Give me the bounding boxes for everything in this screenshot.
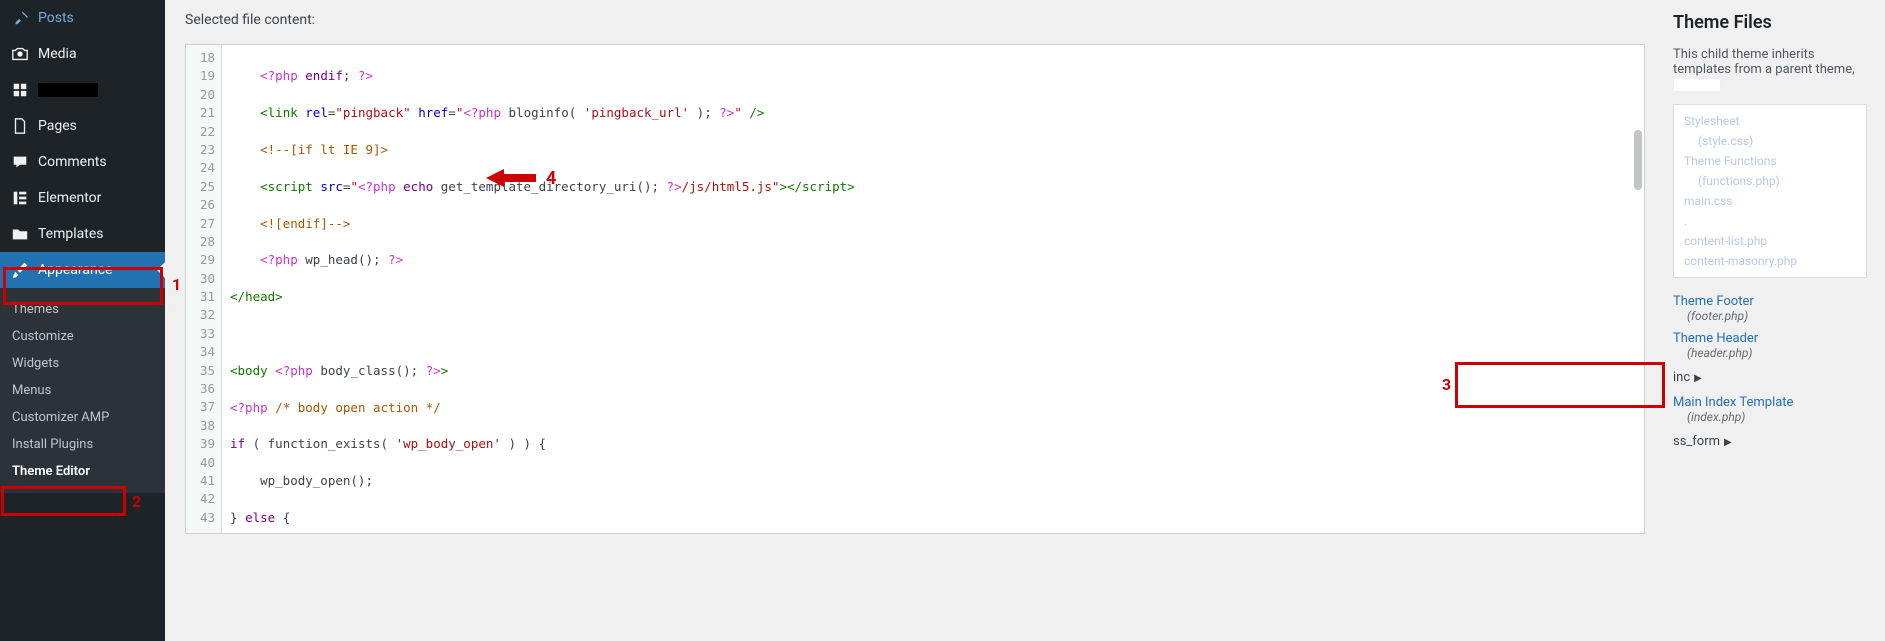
- sidebar-submenu: Themes Customize Widgets Menus Customize…: [0, 288, 165, 493]
- faded-file[interactable]: content-list.php: [1680, 231, 1860, 251]
- sidebar-sub-themes[interactable]: Themes: [0, 296, 165, 323]
- sidebar-item-label: Posts: [38, 10, 74, 26]
- file-folder-ssform[interactable]: ss_form▶: [1665, 428, 1875, 455]
- faded-file[interactable]: content-masonry.php: [1680, 251, 1860, 271]
- comment-icon: [10, 152, 30, 172]
- sidebar-item-label: Comments: [38, 154, 107, 170]
- faded-files-list: Stylesheet (style.css) Theme Functions (…: [1673, 104, 1867, 278]
- faded-file-name: (style.css): [1680, 131, 1860, 151]
- file-folder-inc[interactable]: inc▶: [1665, 364, 1875, 391]
- sidebar-item-label: Pages: [38, 118, 77, 134]
- sidebar-item-posts[interactable]: Posts: [0, 0, 165, 36]
- sidebar-item-media[interactable]: Media: [0, 36, 165, 72]
- sidebar-item-appearance[interactable]: Appearance: [0, 252, 165, 288]
- sidebar-sub-installplugins[interactable]: Install Plugins: [0, 431, 165, 458]
- line-gutter: 1819202122232425262728293031323334353637…: [186, 45, 222, 533]
- file-filename: (footer.php): [1673, 309, 1867, 323]
- faded-file[interactable]: Theme Functions: [1680, 151, 1860, 171]
- annotation-4-label: 4: [546, 168, 556, 189]
- scrollbar-thumb[interactable]: [1634, 130, 1642, 190]
- inherit-note: This child theme inherits templates from…: [1665, 47, 1875, 100]
- dashboard-icon: [10, 80, 30, 100]
- main-content: Selected file content: 18192021222324252…: [165, 0, 1665, 641]
- sidebar-sub-customize[interactable]: Customize: [0, 323, 165, 350]
- redacted-label: [38, 83, 98, 97]
- file-row-index[interactable]: Main Index Template (index.php): [1665, 391, 1875, 428]
- faded-file[interactable]: Stylesheet: [1680, 111, 1860, 131]
- file-row-footer[interactable]: Theme Footer (footer.php): [1665, 290, 1875, 327]
- sidebar-sub-menus[interactable]: Menus: [0, 377, 165, 404]
- faded-file-name: (functions.php): [1680, 171, 1860, 191]
- faded-dot: .: [1680, 211, 1860, 231]
- brush-icon: [10, 260, 30, 280]
- sidebar-item-templates[interactable]: Templates: [0, 216, 165, 252]
- sidebar-item-label: Appearance: [38, 262, 112, 278]
- theme-files-title: Theme Files: [1665, 12, 1875, 33]
- sidebar-item-label: Templates: [38, 226, 104, 242]
- sidebar-sub-customizeramp[interactable]: Customizer AMP: [0, 404, 165, 431]
- admin-sidebar: Posts Media Pages Comments Elementor Tem…: [0, 0, 165, 641]
- code-editor[interactable]: 1819202122232425262728293031323334353637…: [185, 44, 1645, 534]
- chevron-right-icon: ▶: [1694, 373, 1702, 384]
- folder-icon: [10, 224, 30, 244]
- sidebar-sub-themeeditor[interactable]: Theme Editor: [0, 458, 165, 485]
- file-link: Theme Footer: [1673, 294, 1867, 309]
- file-filename: (header.php): [1673, 346, 1867, 360]
- redacted-theme-name: [1673, 78, 1721, 92]
- code-content[interactable]: <?php endif; ?> <link rel="pingback" hre…: [222, 45, 1644, 533]
- file-link: Theme Header: [1673, 331, 1867, 346]
- chevron-right-icon: ▶: [1724, 437, 1732, 448]
- file-row-header[interactable]: Theme Header (header.php): [1665, 327, 1875, 364]
- sidebar-item-pages[interactable]: Pages: [0, 108, 165, 144]
- pages-icon: [10, 116, 30, 136]
- annotation-arrow-4: 4: [486, 167, 556, 189]
- selected-file-label: Selected file content:: [185, 12, 1645, 28]
- sidebar-item-comments[interactable]: Comments: [0, 144, 165, 180]
- file-link: Main Index Template: [1673, 395, 1867, 410]
- file-filename: (index.php): [1673, 410, 1867, 424]
- theme-files-panel: Theme Files This child theme inherits te…: [1665, 0, 1885, 641]
- pin-icon: [10, 8, 30, 28]
- faded-file[interactable]: main.css: [1680, 191, 1860, 211]
- sidebar-item-redacted[interactable]: [0, 72, 165, 108]
- sidebar-item-label: Elementor: [38, 190, 101, 206]
- camera-icon: [10, 44, 30, 64]
- elementor-icon: [10, 188, 30, 208]
- sidebar-item-label: Media: [38, 46, 77, 62]
- sidebar-item-elementor[interactable]: Elementor: [0, 180, 165, 216]
- sidebar-sub-widgets[interactable]: Widgets: [0, 350, 165, 377]
